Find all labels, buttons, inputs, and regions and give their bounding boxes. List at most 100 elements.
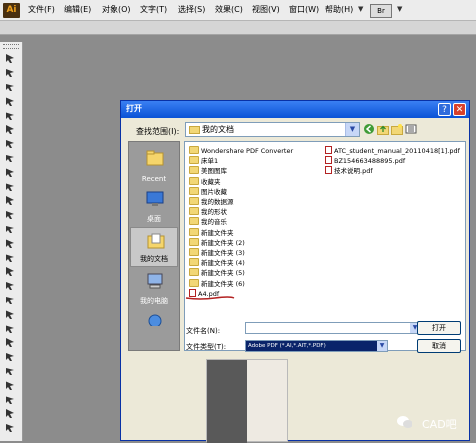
folder-icon <box>189 146 199 154</box>
file-list: Wondershare PDF Converter 床单1 美图图库 收藏夹 图片收藏我… <box>184 141 466 351</box>
watermark: CAD吧 <box>396 410 470 434</box>
selection-tool-icon[interactable] <box>3 52 19 66</box>
scissors-tool-icon[interactable] <box>3 393 19 407</box>
cancel-button[interactable]: 取消 <box>417 339 461 353</box>
look-in-select[interactable]: 我的文档 ▼ <box>185 122 360 137</box>
folder-item[interactable]: 新建文件夹 (6) <box>189 278 245 289</box>
look-in-value: 我的文档 <box>202 125 234 134</box>
pen-tool-icon[interactable] <box>3 109 19 123</box>
crop-tool-icon[interactable] <box>3 364 19 378</box>
pencil-tool-icon[interactable] <box>3 180 19 194</box>
menu-window[interactable]: 窗口(W) <box>289 4 319 16</box>
folder-item[interactable]: Wondershare PDF Converter <box>189 146 293 156</box>
watermark-text: CAD吧 <box>422 418 457 431</box>
menu-edit[interactable]: 编辑(E) <box>64 4 91 16</box>
folder-item[interactable]: 新建文件夹 (3) <box>189 248 245 258</box>
rectangle-tool-icon[interactable] <box>3 151 19 165</box>
zoom-tool-icon[interactable] <box>3 421 19 435</box>
column-graph-tool-icon[interactable] <box>3 279 19 293</box>
open-dialog: 打开 ? ✕ 查找范围(I): 我的文档 ▼ Recent 桌面 我的文档 我的… <box>120 100 470 443</box>
open-button[interactable]: 打开 <box>417 321 461 335</box>
place-label: 我的电脑 <box>140 297 168 305</box>
menu-type[interactable]: 文字(T) <box>140 4 167 16</box>
chevron-down-icon[interactable]: ▼ <box>377 341 387 351</box>
place-desktop[interactable]: 桌面 <box>130 186 178 226</box>
scale-tool-icon[interactable] <box>3 222 19 236</box>
up-folder-icon[interactable] <box>377 123 389 135</box>
file-name-text: 新建文件夹 (3) <box>201 249 245 257</box>
recent-folder-icon <box>146 150 164 166</box>
pdf-file-item[interactable]: 技术说明.pdf <box>325 166 373 176</box>
folder-icon <box>189 126 200 134</box>
direct-selection-tool-icon[interactable] <box>3 66 19 80</box>
type-tool-icon[interactable] <box>3 123 19 137</box>
slice-tool-icon[interactable] <box>3 379 19 393</box>
help-icon[interactable]: ? <box>438 103 451 116</box>
new-folder-icon[interactable] <box>391 123 403 135</box>
place-network[interactable] <box>130 309 178 349</box>
pdf-file-item[interactable]: ATC_student_manual_20110418[1].pdf <box>325 146 460 156</box>
folder-item[interactable]: 收藏夹 <box>189 176 221 187</box>
panel-grip[interactable] <box>3 44 19 49</box>
file-name-text: 技术说明.pdf <box>334 167 373 176</box>
blend-tool-icon[interactable] <box>3 336 19 350</box>
chevron-down-icon[interactable]: ▼ <box>345 123 359 136</box>
folder-item[interactable]: 图片收藏 <box>189 186 227 197</box>
lasso-tool-icon[interactable] <box>3 95 19 109</box>
preview-thumbnail <box>206 359 288 443</box>
place-my-documents[interactable]: 我的文档 <box>130 227 178 267</box>
close-icon[interactable]: ✕ <box>453 103 466 116</box>
file-name-text: 新建文件夹 (6) <box>201 279 245 288</box>
folder-icon <box>189 176 199 185</box>
file-name-text: 新建文件夹 (5) <box>201 269 245 278</box>
back-icon[interactable] <box>363 123 375 135</box>
file-name-input[interactable]: ▼ <box>245 322 421 334</box>
warp-tool-icon[interactable] <box>3 237 19 251</box>
symbol-sprayer-tool-icon[interactable] <box>3 265 19 279</box>
menu-object[interactable]: 对象(O) <box>102 4 131 16</box>
file-name-text: 新建文件夹 (4) <box>201 259 245 268</box>
menu-effect[interactable]: 效果(C) <box>215 4 243 16</box>
red-underline-annotation <box>185 296 235 300</box>
eyedropper-tool-icon[interactable] <box>3 322 19 336</box>
folder-item[interactable]: 我的数据源 <box>189 197 234 207</box>
file-name-text: BZ154663488895.pdf <box>334 157 406 166</box>
dialog-titlebar[interactable]: 打开 ? ✕ <box>121 101 469 118</box>
folder-icon <box>189 197 199 205</box>
hand-tool-icon[interactable] <box>3 407 19 421</box>
live-paint-tool-icon[interactable] <box>3 350 19 364</box>
rotate-tool-icon[interactable] <box>3 208 19 222</box>
folder-icon <box>189 156 199 165</box>
folder-item[interactable]: 新建文件夹 (4) <box>189 258 245 268</box>
gradient-tool-icon[interactable] <box>3 308 19 322</box>
line-tool-icon[interactable] <box>3 137 19 151</box>
free-transform-tool-icon[interactable] <box>3 251 19 265</box>
paintbrush-tool-icon[interactable] <box>3 166 19 180</box>
mesh-tool-icon[interactable] <box>3 293 19 307</box>
my-documents-icon <box>147 233 165 249</box>
bridge-button[interactable]: Br <box>370 4 392 18</box>
folder-item[interactable]: 床单1 <box>189 156 218 166</box>
menu-select[interactable]: 选择(S) <box>178 4 205 16</box>
file-type-select[interactable]: Adobe PDF (*.AI,*.AIT,*.PDF) ▼ <box>245 340 388 352</box>
folder-item[interactable]: 新建文件夹 <box>189 227 234 238</box>
place-recent[interactable]: Recent <box>130 145 178 185</box>
eraser-tool-icon[interactable] <box>3 194 19 208</box>
folder-item[interactable]: 我的形状 <box>189 207 227 217</box>
view-menu-icon[interactable] <box>405 123 417 135</box>
place-my-computer[interactable]: 我的电脑 <box>130 268 178 308</box>
folder-item[interactable]: 新建文件夹 (5) <box>189 268 245 278</box>
folder-item[interactable]: 美图图库 <box>189 166 227 176</box>
magic-wand-tool-icon[interactable] <box>3 80 19 94</box>
file-name-text: 我的形状 <box>201 208 227 217</box>
workspace-dropdown-icon[interactable]: ▼ <box>397 5 402 13</box>
menu-view[interactable]: 视图(V) <box>252 4 280 16</box>
bridge-dropdown-icon[interactable]: ▼ <box>358 5 363 13</box>
pdf-file-item[interactable]: BZ154663488895.pdf <box>325 156 405 166</box>
file-name-text: 床单1 <box>201 157 219 166</box>
menu-help[interactable]: 帮助(H) <box>325 4 353 16</box>
folder-item[interactable]: 新建文件夹 (2) <box>189 237 245 248</box>
menu-file[interactable]: 文件(F) <box>28 4 55 16</box>
folder-icon <box>189 207 199 216</box>
folder-item[interactable]: 我的音乐 <box>189 217 227 227</box>
